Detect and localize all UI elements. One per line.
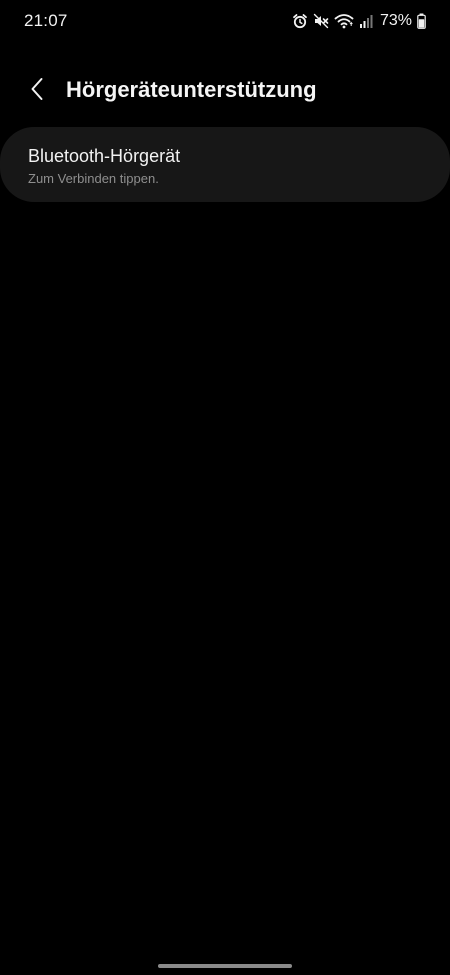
back-button[interactable] <box>20 74 54 108</box>
wifi-icon <box>334 13 354 29</box>
battery-icon <box>417 13 426 29</box>
battery-percent: 73% <box>379 12 412 29</box>
status-bar: 21:07 73% <box>0 0 450 42</box>
bluetooth-hearing-aid-item[interactable]: Bluetooth-Hörgerät Zum Verbinden tippen. <box>0 127 450 202</box>
page-title: Hörgeräteunterstützung <box>66 77 317 102</box>
signal-icon <box>359 13 373 29</box>
home-indicator[interactable] <box>158 964 292 968</box>
chevron-left-icon <box>30 77 44 106</box>
battery-fill <box>418 19 425 28</box>
app-bar: Hörgeräteunterstützung <box>0 62 450 118</box>
mute-icon <box>313 13 329 29</box>
item-subtitle: Zum Verbinden tippen. <box>28 171 159 186</box>
status-icons: 73% <box>292 11 426 31</box>
status-time: 21:07 <box>24 11 68 30</box>
item-title: Bluetooth-Hörgerät <box>28 146 181 166</box>
alarm-icon <box>292 13 308 29</box>
